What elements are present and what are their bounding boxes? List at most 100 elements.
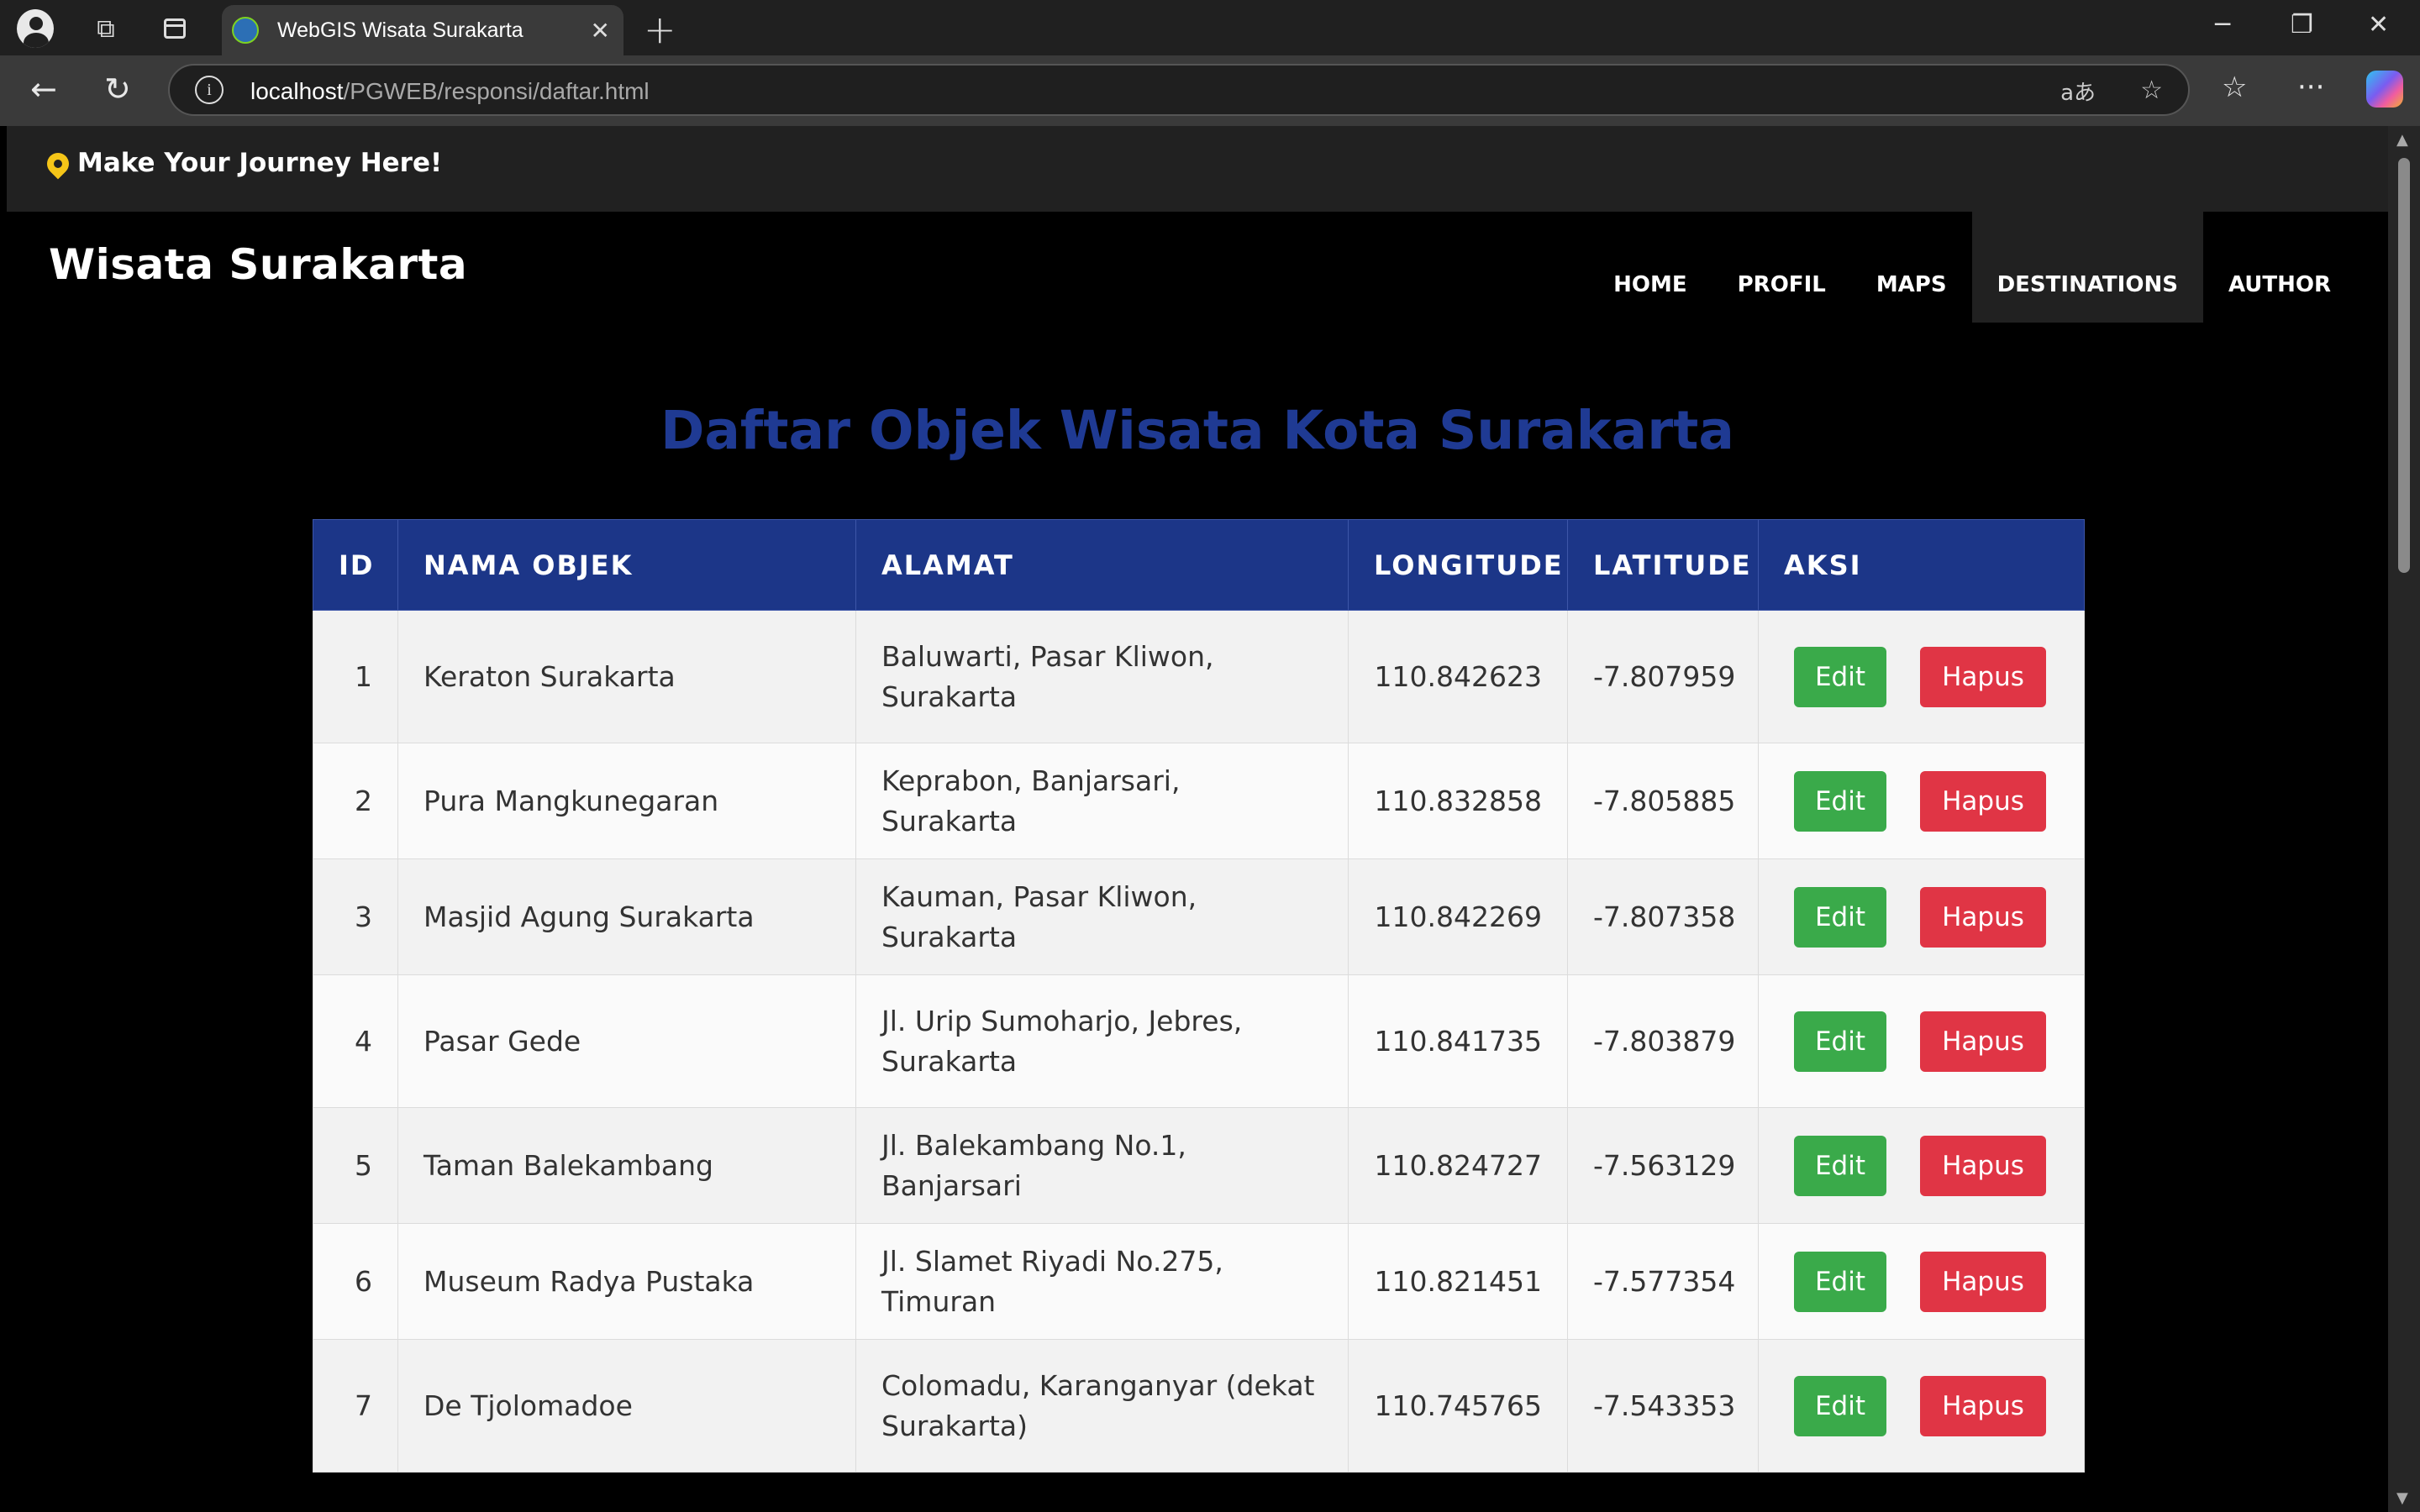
cell-id: 7 xyxy=(313,1339,398,1473)
read-aloud-icon[interactable]: aあ xyxy=(2060,76,2096,107)
site-brand[interactable]: Wisata Surakarta xyxy=(49,240,467,289)
cell-nama-objek: Keraton Surakarta xyxy=(397,610,856,743)
cell-nama-objek: Pura Mangkunegaran xyxy=(397,743,856,859)
copilot-icon[interactable] xyxy=(2366,71,2403,108)
page-title: Daftar Objek Wisata Kota Surakarta xyxy=(660,400,1734,461)
scroll-down-icon[interactable]: ▼ xyxy=(2396,1489,2408,1507)
cell-alamat: Colomadu, Karanganyar (dekat Surakarta) xyxy=(855,1339,1349,1473)
cell-longitude: 110.745765 xyxy=(1348,1339,1568,1473)
column-header-longitude: LONGITUDE xyxy=(1348,519,1568,611)
cell-nama-objek: Museum Radya Pustaka xyxy=(397,1223,856,1340)
cell-nama-objek: Pasar Gede xyxy=(397,974,856,1108)
url-text[interactable]: localhost/PGWEB/responsi/daftar.html xyxy=(250,78,650,105)
delete-button[interactable]: Hapus xyxy=(1920,770,2046,832)
scroll-thumb[interactable] xyxy=(2398,158,2410,573)
more-options-icon[interactable]: ··· xyxy=(2297,71,2324,104)
edit-button[interactable]: Edit xyxy=(1794,1135,1886,1196)
browser-toolbar: ← ↻ i localhost/PGWEB/responsi/daftar.ht… xyxy=(0,55,2420,126)
table-row: 1 Keraton Surakarta Baluwarti, Pasar Kliwo… xyxy=(313,610,2085,743)
cell-alamat: Jl. Balekambang No.1, Banjarsari xyxy=(855,1107,1349,1224)
cell-nama-objek: Masjid Agung Surakarta xyxy=(397,858,856,975)
delete-button[interactable]: Hapus xyxy=(1920,886,2046,948)
cell-aksi: Edit Hapus xyxy=(1758,1339,2085,1473)
column-header-latitude: LATITUDE xyxy=(1567,519,1759,611)
edit-button[interactable]: Edit xyxy=(1794,1375,1886,1436)
edit-button[interactable]: Edit xyxy=(1794,886,1886,948)
tagline: Make Your Journey Here! xyxy=(77,148,443,178)
browser-tab-strip: ⧉ WebGIS Wisata Surakarta ✕ + ─ ❐ ✕ xyxy=(0,0,2420,55)
scroll-up-icon[interactable]: ▲ xyxy=(2396,131,2408,149)
back-arrow-icon[interactable]: ← xyxy=(30,71,57,108)
cell-alamat: Jl. Slamet Riyadi No.275, Timuran xyxy=(855,1223,1349,1340)
cell-id: 3 xyxy=(313,858,398,975)
table-row: 4 Pasar Gede Jl. Urip Sumoharjo, Jebres, S… xyxy=(313,974,2085,1108)
minimize-icon[interactable]: ─ xyxy=(2215,10,2230,39)
cell-latitude: -7.563129 xyxy=(1567,1107,1759,1224)
cell-alamat: Baluwarti, Pasar Kliwon, Surakarta xyxy=(855,610,1349,743)
cell-aksi: Edit Hapus xyxy=(1758,1107,2085,1224)
cell-alamat: Kauman, Pasar Kliwon, Surakarta xyxy=(855,858,1349,975)
cell-latitude: -7.577354 xyxy=(1567,1223,1759,1340)
new-tab-icon[interactable]: + xyxy=(644,7,676,52)
vertical-tabs-icon[interactable] xyxy=(156,10,193,47)
cell-id: 6 xyxy=(313,1223,398,1340)
edit-button[interactable]: Edit xyxy=(1794,1251,1886,1312)
cell-latitude: -7.807959 xyxy=(1567,610,1759,743)
nav-item-destinations[interactable]: DESTINATIONS xyxy=(1971,212,2203,323)
column-header-alamat: ALAMAT xyxy=(855,519,1349,611)
cell-id: 1 xyxy=(313,610,398,743)
table-row: 3 Masjid Agung Surakarta Kauman, Pasar Kli… xyxy=(313,858,2085,975)
delete-button[interactable]: Hapus xyxy=(1920,1011,2046,1072)
table-row: 7 De Tjolomadoe Colomadu, Karanganyar (dek… xyxy=(313,1339,2085,1473)
tab-close-icon[interactable]: ✕ xyxy=(591,17,610,45)
site-info-icon[interactable]: i xyxy=(195,76,224,104)
table-row: 2 Pura Mangkunegaran Keprabon, Banjarsari,… xyxy=(313,743,2085,859)
table-row: 5 Taman Balekambang Jl. Balekambang No.1, … xyxy=(313,1107,2085,1224)
edit-button[interactable]: Edit xyxy=(1794,1011,1886,1072)
cell-longitude: 110.842269 xyxy=(1348,858,1568,975)
restore-icon[interactable]: ❐ xyxy=(2291,10,2313,39)
workspaces-icon[interactable]: ⧉ xyxy=(87,10,124,47)
cell-id: 2 xyxy=(313,743,398,859)
cell-nama-objek: Taman Balekambang xyxy=(397,1107,856,1224)
cell-id: 4 xyxy=(313,974,398,1108)
favorites-icon[interactable]: ☆ xyxy=(2222,71,2247,104)
cell-longitude: 110.824727 xyxy=(1348,1107,1568,1224)
main-nav: HOME PROFIL MAPS DESTINATIONS AUTHOR xyxy=(1588,212,2356,323)
site-favicon-icon xyxy=(232,17,259,44)
cell-alamat: Jl. Urip Sumoharjo, Jebres, Surakarta xyxy=(855,974,1349,1108)
reload-icon[interactable]: ↻ xyxy=(104,71,131,108)
profile-button[interactable] xyxy=(17,9,54,48)
column-header-nama-objek: NAMA OBJEK xyxy=(397,519,856,611)
delete-button[interactable]: Hapus xyxy=(1920,1251,2046,1312)
address-bar[interactable]: i localhost/PGWEB/responsi/daftar.html a… xyxy=(168,64,2190,116)
browser-tab-active[interactable]: WebGIS Wisata Surakarta ✕ xyxy=(222,5,623,55)
page-scrollbar[interactable]: ▲ ▼ xyxy=(2388,126,2420,1512)
destinations-table: ID NAMA OBJEK ALAMAT LONGITUDE LATITUDE AKSI … xyxy=(313,519,2085,1473)
url-path: /PGWEB/responsi/daftar.html xyxy=(343,78,650,104)
edit-button[interactable]: Edit xyxy=(1794,770,1886,832)
nav-item-author[interactable]: AUTHOR xyxy=(2203,212,2356,323)
cell-aksi: Edit Hapus xyxy=(1758,974,2085,1108)
cell-latitude: -7.803879 xyxy=(1567,974,1759,1108)
close-window-icon[interactable]: ✕ xyxy=(2368,10,2389,39)
web-page: Make Your Journey Here! Wisata Surakarta… xyxy=(7,126,2388,1512)
cell-longitude: 110.841735 xyxy=(1348,974,1568,1108)
cell-nama-objek: De Tjolomadoe xyxy=(397,1339,856,1473)
cell-aksi: Edit Hapus xyxy=(1758,743,2085,859)
edit-button[interactable]: Edit xyxy=(1794,646,1886,707)
table-row: 6 Museum Radya Pustaka Jl. Slamet Riyadi N… xyxy=(313,1223,2085,1340)
nav-item-maps[interactable]: MAPS xyxy=(1851,212,1972,323)
nav-item-home[interactable]: HOME xyxy=(1588,212,1712,323)
delete-button[interactable]: Hapus xyxy=(1920,1135,2046,1196)
delete-button[interactable]: Hapus xyxy=(1920,1375,2046,1436)
column-header-id: ID xyxy=(313,519,398,611)
cell-longitude: 110.832858 xyxy=(1348,743,1568,859)
nav-item-profil[interactable]: PROFIL xyxy=(1712,212,1851,323)
cell-latitude: -7.807358 xyxy=(1567,858,1759,975)
cell-aksi: Edit Hapus xyxy=(1758,1223,2085,1340)
favorite-star-icon[interactable]: ☆ xyxy=(2140,76,2163,105)
tab-title: WebGIS Wisata Surakarta xyxy=(277,18,523,42)
delete-button[interactable]: Hapus xyxy=(1920,646,2046,707)
column-header-aksi: AKSI xyxy=(1758,519,2085,611)
